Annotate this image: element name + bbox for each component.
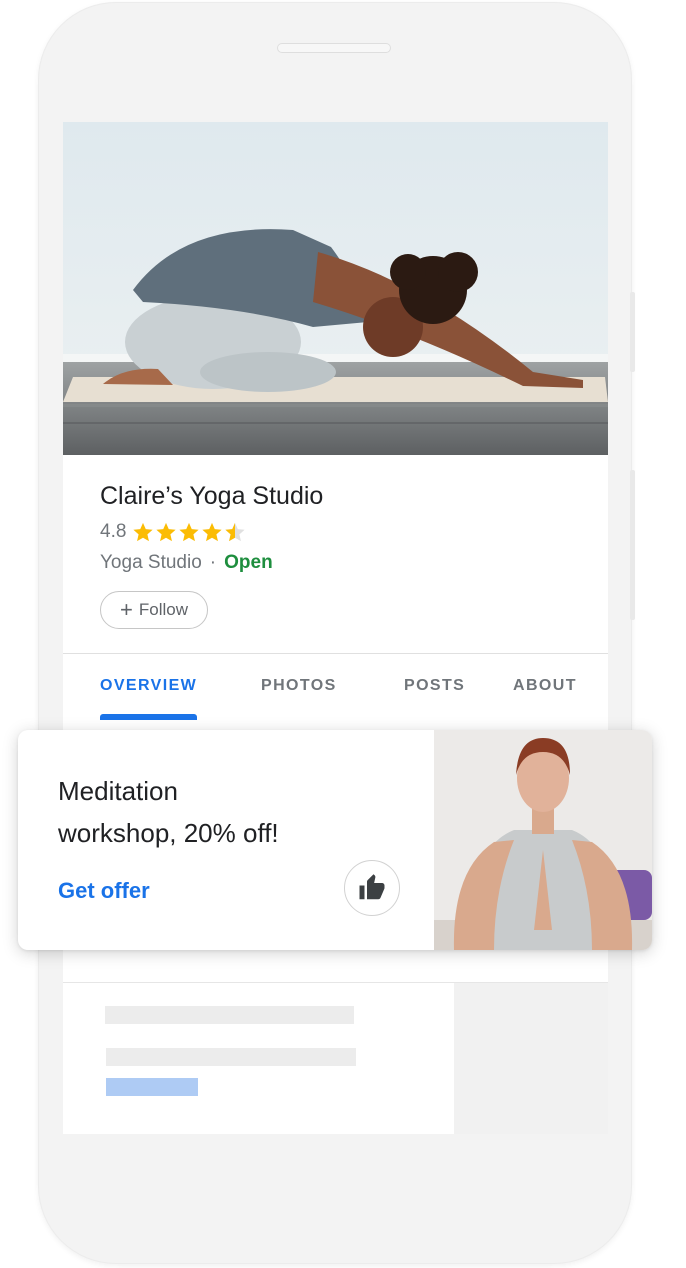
business-name: Claire’s Yoga Studio — [100, 482, 324, 510]
rating-value: 4.8 — [100, 521, 127, 542]
offer-title-line-1: Meditation — [58, 776, 178, 806]
star-icon — [156, 522, 177, 542]
phone-speaker — [278, 44, 390, 52]
business-profile-screen: Claire’s Yoga Studio 4.8 Yoga Studio · Ope… — [63, 122, 608, 1134]
get-offer-link[interactable]: Get offer — [58, 878, 150, 904]
placeholder-link — [106, 1078, 198, 1096]
separator-dot: · — [209, 552, 217, 573]
rating-row: 4.8 — [100, 520, 246, 544]
like-button[interactable] — [344, 860, 400, 916]
category-status-row: Yoga Studio · Open — [100, 552, 273, 574]
offer-title-line-2: workshop, 20% off! — [58, 818, 279, 848]
star-icon — [133, 522, 154, 542]
offer-photo-meditation — [434, 730, 652, 950]
hero-photo-yoga-pose — [63, 122, 608, 455]
tab-photos[interactable]: PHOTOS — [261, 677, 337, 695]
offer-card[interactable]: Meditation workshop, 20% off! Get offer — [18, 730, 652, 950]
active-tab-indicator — [100, 714, 197, 720]
tab-posts[interactable]: POSTS — [404, 677, 465, 695]
plus-icon: + — [120, 597, 133, 622]
star-rating — [132, 521, 246, 543]
placeholder-side-panel — [454, 983, 608, 1134]
star-icon — [179, 522, 200, 542]
open-status: Open — [224, 552, 273, 573]
half-star-icon — [225, 522, 246, 542]
phone-power-button — [630, 470, 635, 620]
star-icon — [202, 522, 223, 542]
phone-volume-button — [630, 292, 635, 372]
follow-button[interactable]: + Follow — [100, 591, 208, 629]
placeholder-line — [105, 1006, 354, 1024]
business-category: Yoga Studio — [100, 552, 202, 573]
placeholder-line — [106, 1048, 356, 1066]
divider — [63, 653, 608, 654]
tab-about[interactable]: ABOUT — [513, 677, 577, 695]
thumbs-up-icon — [359, 874, 385, 900]
tab-overview[interactable]: OVERVIEW — [100, 677, 197, 695]
follow-label: Follow — [138, 600, 188, 619]
offer-title: Meditation workshop, 20% off! — [58, 770, 358, 854]
tab-bar: OVERVIEW PHOTOS POSTS ABOUT — [63, 677, 608, 707]
